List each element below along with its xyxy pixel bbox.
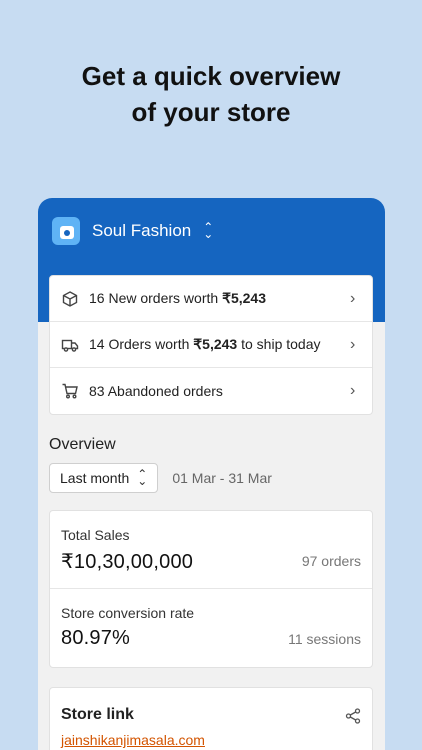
stat-total-sales[interactable]: Total Sales ₹10,30,00,000 97 orders: [50, 511, 372, 589]
alert-ship-today[interactable]: 14 Orders worth ₹5,243 to ship today ›: [50, 322, 372, 368]
date-range: 01 Mar - 31 Mar: [172, 470, 272, 486]
store-logo-icon: [52, 217, 80, 245]
alert-text: 14 Orders worth ₹5,243 to ship today: [89, 336, 321, 352]
chevron-right-icon: ›: [350, 289, 356, 307]
stat-side: 97 orders: [301, 553, 361, 569]
store-link-url[interactable]: jainshikanjimasala.com: [61, 732, 361, 748]
stat-label: Store conversion rate: [61, 605, 195, 621]
headline-line-2: of your store: [131, 97, 291, 127]
stat-label: Total Sales: [61, 527, 130, 543]
updown-chevron-icon: ⌃ ⌄: [137, 467, 148, 488]
store-switcher[interactable]: Soul Fashion ⌃ ⌄: [52, 216, 213, 246]
period-select[interactable]: Last month ⌃ ⌄: [49, 463, 159, 493]
store-link-title: Store link: [61, 706, 134, 723]
share-icon[interactable]: [345, 708, 361, 724]
alert-abandoned-orders[interactable]: 83 Abandoned orders ›: [50, 368, 372, 414]
stat-side: 11 sessions: [288, 631, 361, 647]
overview-title: Overview: [49, 436, 116, 453]
alert-new-orders[interactable]: 16 New orders worth ₹5,243 ›: [50, 276, 372, 322]
chevron-right-icon: ›: [350, 335, 356, 353]
store-name: Soul Fashion: [92, 221, 192, 240]
headline-line-1: Get a quick overview: [81, 61, 341, 91]
store-link-card: Store link jainshikanjimasala.com: [49, 687, 373, 750]
chevron-right-icon: ›: [350, 382, 356, 399]
period-row: Last month ⌃ ⌄ 01 Mar - 31 Mar: [49, 463, 272, 493]
period-label: Last month: [60, 470, 130, 486]
alert-text: 16 New orders worth ₹5,243: [89, 290, 267, 306]
app-screen: Soul Fashion ⌃ ⌄ 16 New orders worth ₹5,2…: [38, 198, 385, 750]
stat-conversion-rate[interactable]: Store conversion rate 80.97% 11 sessions: [50, 589, 372, 667]
truck-icon: [61, 339, 79, 352]
updown-chevron-icon: ⌃ ⌄: [203, 220, 214, 241]
headline: Get a quick overview of your store: [0, 58, 422, 130]
alert-text: 83 Abandoned orders: [89, 383, 223, 399]
order-alerts: 16 New orders worth ₹5,243 › 14 Orders w…: [49, 275, 373, 415]
stats-card: Total Sales ₹10,30,00,000 97 orders Stor…: [49, 510, 373, 668]
cart-icon: [62, 383, 78, 399]
box-icon: [62, 290, 78, 307]
